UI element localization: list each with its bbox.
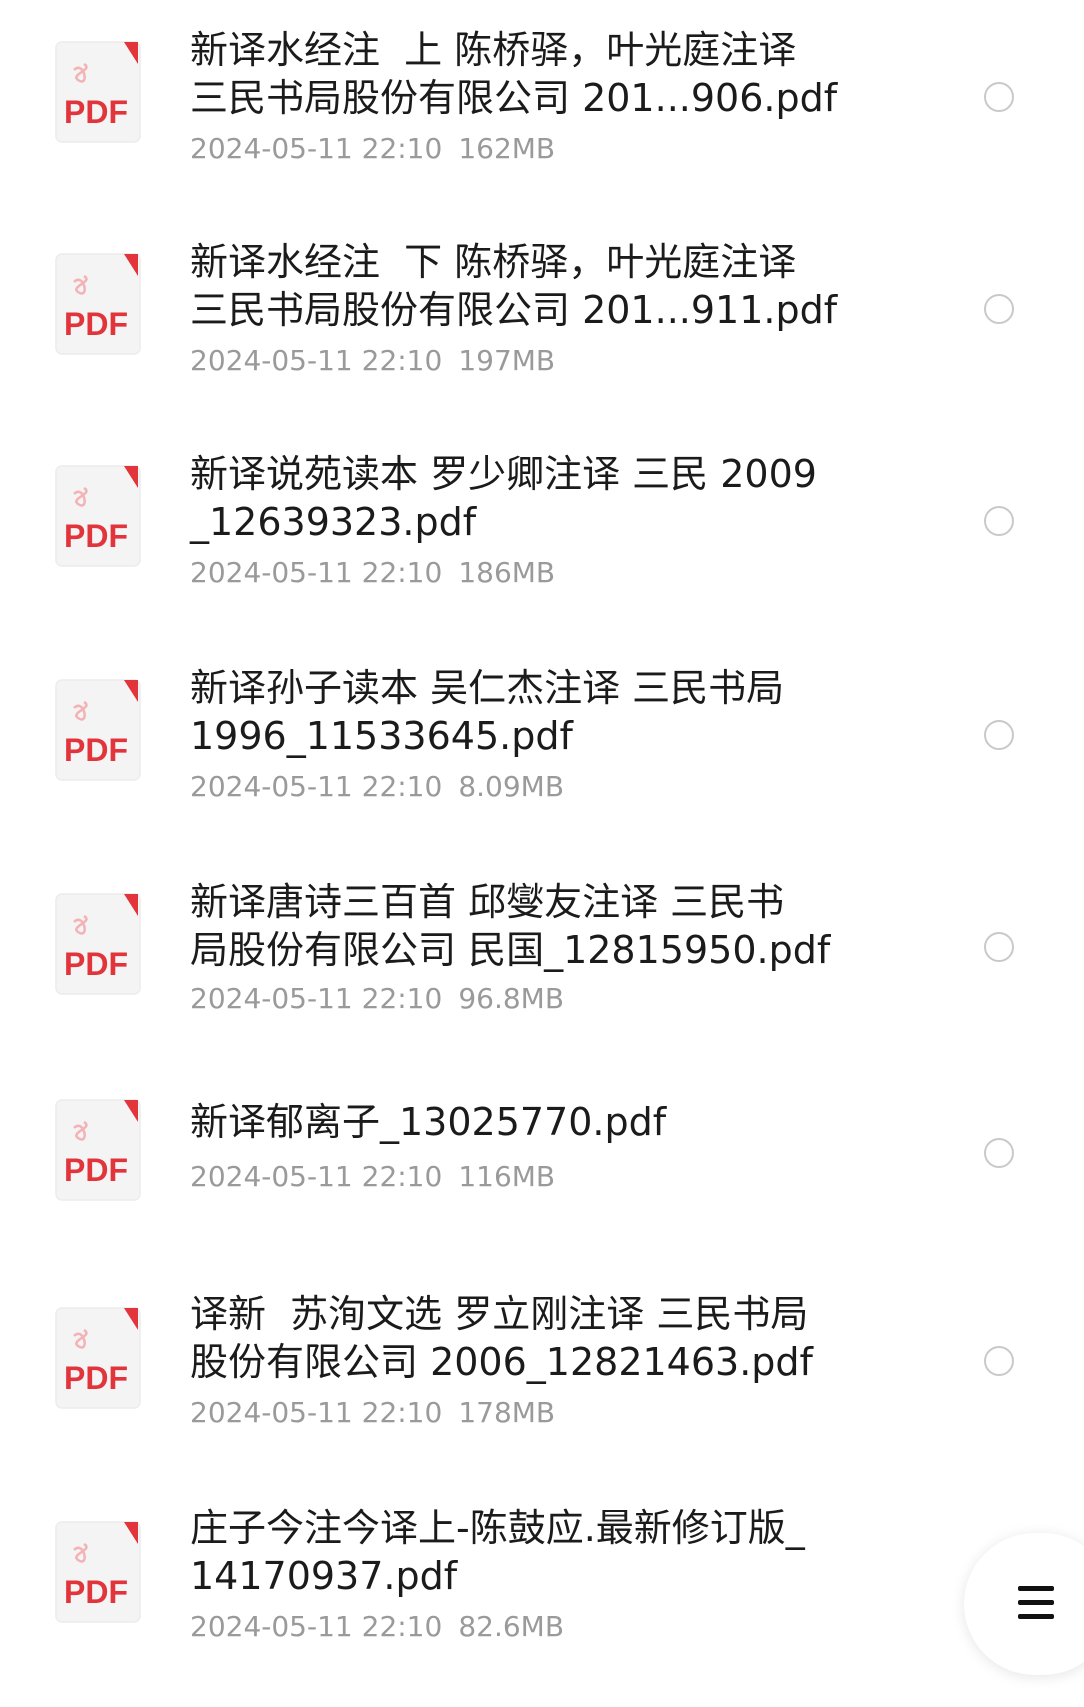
file-name-line1: 新译水经注 下 陈桥驿，叶光庭注译: [190, 240, 797, 284]
file-name-line2: 14170937.pdf: [190, 1554, 458, 1598]
radio-circle-icon[interactable]: [984, 932, 1014, 962]
file-date: 2024-05-11 22:10: [190, 1610, 443, 1643]
pdf-icon: PDF: [54, 252, 144, 358]
file-row[interactable]: PDF 新译唐诗三百首 邱燮友注译 三民书 局股份有限公司 民国_1281595…: [0, 850, 1084, 1062]
file-name: 新译水经注 下 陈桥驿，叶光庭注译 三民书局股份有限公司 201...911.p…: [190, 238, 890, 334]
pdf-label: PDF: [64, 94, 128, 130]
file-row[interactable]: PDF 新译水经注 上 陈桥驿，叶光庭注译 三民书局股份有限公司 201...9…: [0, 0, 1084, 212]
pdf-label: PDF: [64, 946, 128, 982]
file-name: 庄子今注今译上-陈鼓应.最新修订版_ 14170937.pdf: [190, 1504, 890, 1600]
pdf-icon-graphic: PDF: [55, 253, 141, 355]
file-date: 2024-05-11 22:10: [190, 1160, 443, 1193]
pdf-label: PDF: [64, 1360, 128, 1396]
file-row[interactable]: PDF 新译水经注 下 陈桥驿，叶光庭注译 三民书局股份有限公司 201...9…: [0, 212, 1084, 424]
file-name-line1: 新译说苑读本 罗少卿注译 三民 2009: [190, 452, 817, 496]
file-size: 96.8MB: [458, 982, 565, 1015]
file-date: 2024-05-11 22:10: [190, 1396, 443, 1429]
menu-icon-bar: [1018, 1586, 1054, 1591]
radio-circle-icon[interactable]: [984, 1138, 1014, 1168]
file-name-line1: 新译孙子读本 吴仁杰注译 三民书局: [190, 666, 785, 710]
menu-icon[interactable]: [1018, 1586, 1054, 1620]
pdf-icon: PDF: [54, 678, 144, 784]
pdf-icon-graphic: PDF: [55, 679, 141, 781]
pdf-label: PDF: [64, 732, 128, 768]
file-name-line1: 新译郁离子_13025770.pdf: [190, 1100, 667, 1144]
pdf-icon-graphic: PDF: [55, 1521, 141, 1623]
file-name-line1: 译新 苏洵文选 罗立刚注译 三民书局: [190, 1292, 809, 1336]
menu-icon-bar: [1018, 1600, 1054, 1605]
file-row[interactable]: PDF 庄子今注今译上-陈鼓应.最新修订版_ 14170937.pdf 2024…: [0, 1480, 1084, 1692]
file-date: 2024-05-11 22:10: [190, 132, 443, 165]
file-name-line2: _12639323.pdf: [190, 500, 477, 544]
pdf-icon: PDF: [54, 40, 144, 146]
file-size: 197MB: [458, 344, 556, 377]
file-row[interactable]: PDF 新译说苑读本 罗少卿注译 三民 2009 _12639323.pdf 2…: [0, 424, 1084, 636]
file-size: 186MB: [458, 556, 556, 589]
pdf-label: PDF: [64, 306, 128, 342]
file-name-line1: 庄子今注今译上-陈鼓应.最新修订版_: [190, 1506, 805, 1550]
radio-circle-icon[interactable]: [984, 294, 1014, 324]
file-row[interactable]: PDF 新译郁离子_13025770.pdf 2024-05-11 22:10 1…: [0, 1062, 1084, 1274]
file-size: 116MB: [458, 1160, 556, 1193]
file-name-line2: 三民书局股份有限公司 201...906.pdf: [190, 76, 838, 120]
menu-icon-bar: [1018, 1614, 1054, 1619]
file-name: 新译孙子读本 吴仁杰注译 三民书局 1996_11533645.pdf: [190, 664, 890, 760]
pdf-label: PDF: [64, 1574, 128, 1610]
file-date: 2024-05-11 22:10: [190, 770, 443, 803]
radio-circle-icon[interactable]: [984, 506, 1014, 536]
file-name-line2: 股份有限公司 2006_12821463.pdf: [190, 1340, 813, 1384]
file-meta: 2024-05-11 22:10 116MB: [190, 1160, 555, 1194]
pdf-icon-graphic: PDF: [55, 465, 141, 567]
file-row[interactable]: PDF 译新 苏洵文选 罗立刚注译 三民书局 股份有限公司 2006_12821…: [0, 1266, 1084, 1478]
file-meta: 2024-05-11 22:10 8.09MB: [190, 770, 564, 804]
file-date: 2024-05-11 22:10: [190, 556, 443, 589]
file-name: 新译说苑读本 罗少卿注译 三民 2009 _12639323.pdf: [190, 450, 890, 546]
file-meta: 2024-05-11 22:10 178MB: [190, 1396, 555, 1430]
file-meta: 2024-05-11 22:10 96.8MB: [190, 982, 564, 1016]
file-name-line1: 新译唐诗三百首 邱燮友注译 三民书: [190, 880, 785, 924]
pdf-icon: PDF: [54, 464, 144, 570]
file-size: 82.6MB: [458, 1610, 565, 1643]
pdf-icon-graphic: PDF: [55, 893, 141, 995]
file-meta: 2024-05-11 22:10 82.6MB: [190, 1610, 564, 1644]
file-size: 178MB: [458, 1396, 556, 1429]
file-name: 新译水经注 上 陈桥驿，叶光庭注译 三民书局股份有限公司 201...906.p…: [190, 26, 890, 122]
pdf-icon: PDF: [54, 1098, 144, 1204]
pdf-icon: PDF: [54, 1306, 144, 1412]
file-date: 2024-05-11 22:10: [190, 982, 443, 1015]
file-size: 162MB: [458, 132, 556, 165]
pdf-icon: PDF: [54, 1520, 144, 1626]
file-list: PDF 新译水经注 上 陈桥驿，叶光庭注译 三民书局股份有限公司 201...9…: [0, 0, 1084, 1707]
file-name-line2: 三民书局股份有限公司 201...911.pdf: [190, 288, 838, 332]
file-name: 译新 苏洵文选 罗立刚注译 三民书局 股份有限公司 2006_12821463.…: [190, 1290, 890, 1386]
file-meta: 2024-05-11 22:10 186MB: [190, 556, 555, 590]
file-name: 新译唐诗三百首 邱燮友注译 三民书 局股份有限公司 民国_12815950.pd…: [190, 878, 890, 974]
radio-circle-icon[interactable]: [984, 720, 1014, 750]
file-meta: 2024-05-11 22:10 162MB: [190, 132, 555, 166]
file-name-line1: 新译水经注 上 陈桥驿，叶光庭注译: [190, 28, 797, 72]
pdf-label: PDF: [64, 518, 128, 554]
pdf-label: PDF: [64, 1152, 128, 1188]
file-name: 新译郁离子_13025770.pdf: [190, 1098, 890, 1146]
file-date: 2024-05-11 22:10: [190, 344, 443, 377]
file-name-line2: 1996_11533645.pdf: [190, 714, 573, 758]
radio-circle-icon[interactable]: [984, 82, 1014, 112]
radio-circle-icon[interactable]: [984, 1346, 1014, 1376]
pdf-icon-graphic: PDF: [55, 1099, 141, 1201]
pdf-icon-graphic: PDF: [55, 1307, 141, 1409]
file-name-line2: 局股份有限公司 民国_12815950.pdf: [190, 928, 831, 972]
file-row[interactable]: PDF 新译孙子读本 吴仁杰注译 三民书局 1996_11533645.pdf …: [0, 636, 1084, 848]
pdf-icon: PDF: [54, 892, 144, 998]
pdf-icon-graphic: PDF: [55, 41, 141, 143]
file-meta: 2024-05-11 22:10 197MB: [190, 344, 555, 378]
file-size: 8.09MB: [458, 770, 565, 803]
